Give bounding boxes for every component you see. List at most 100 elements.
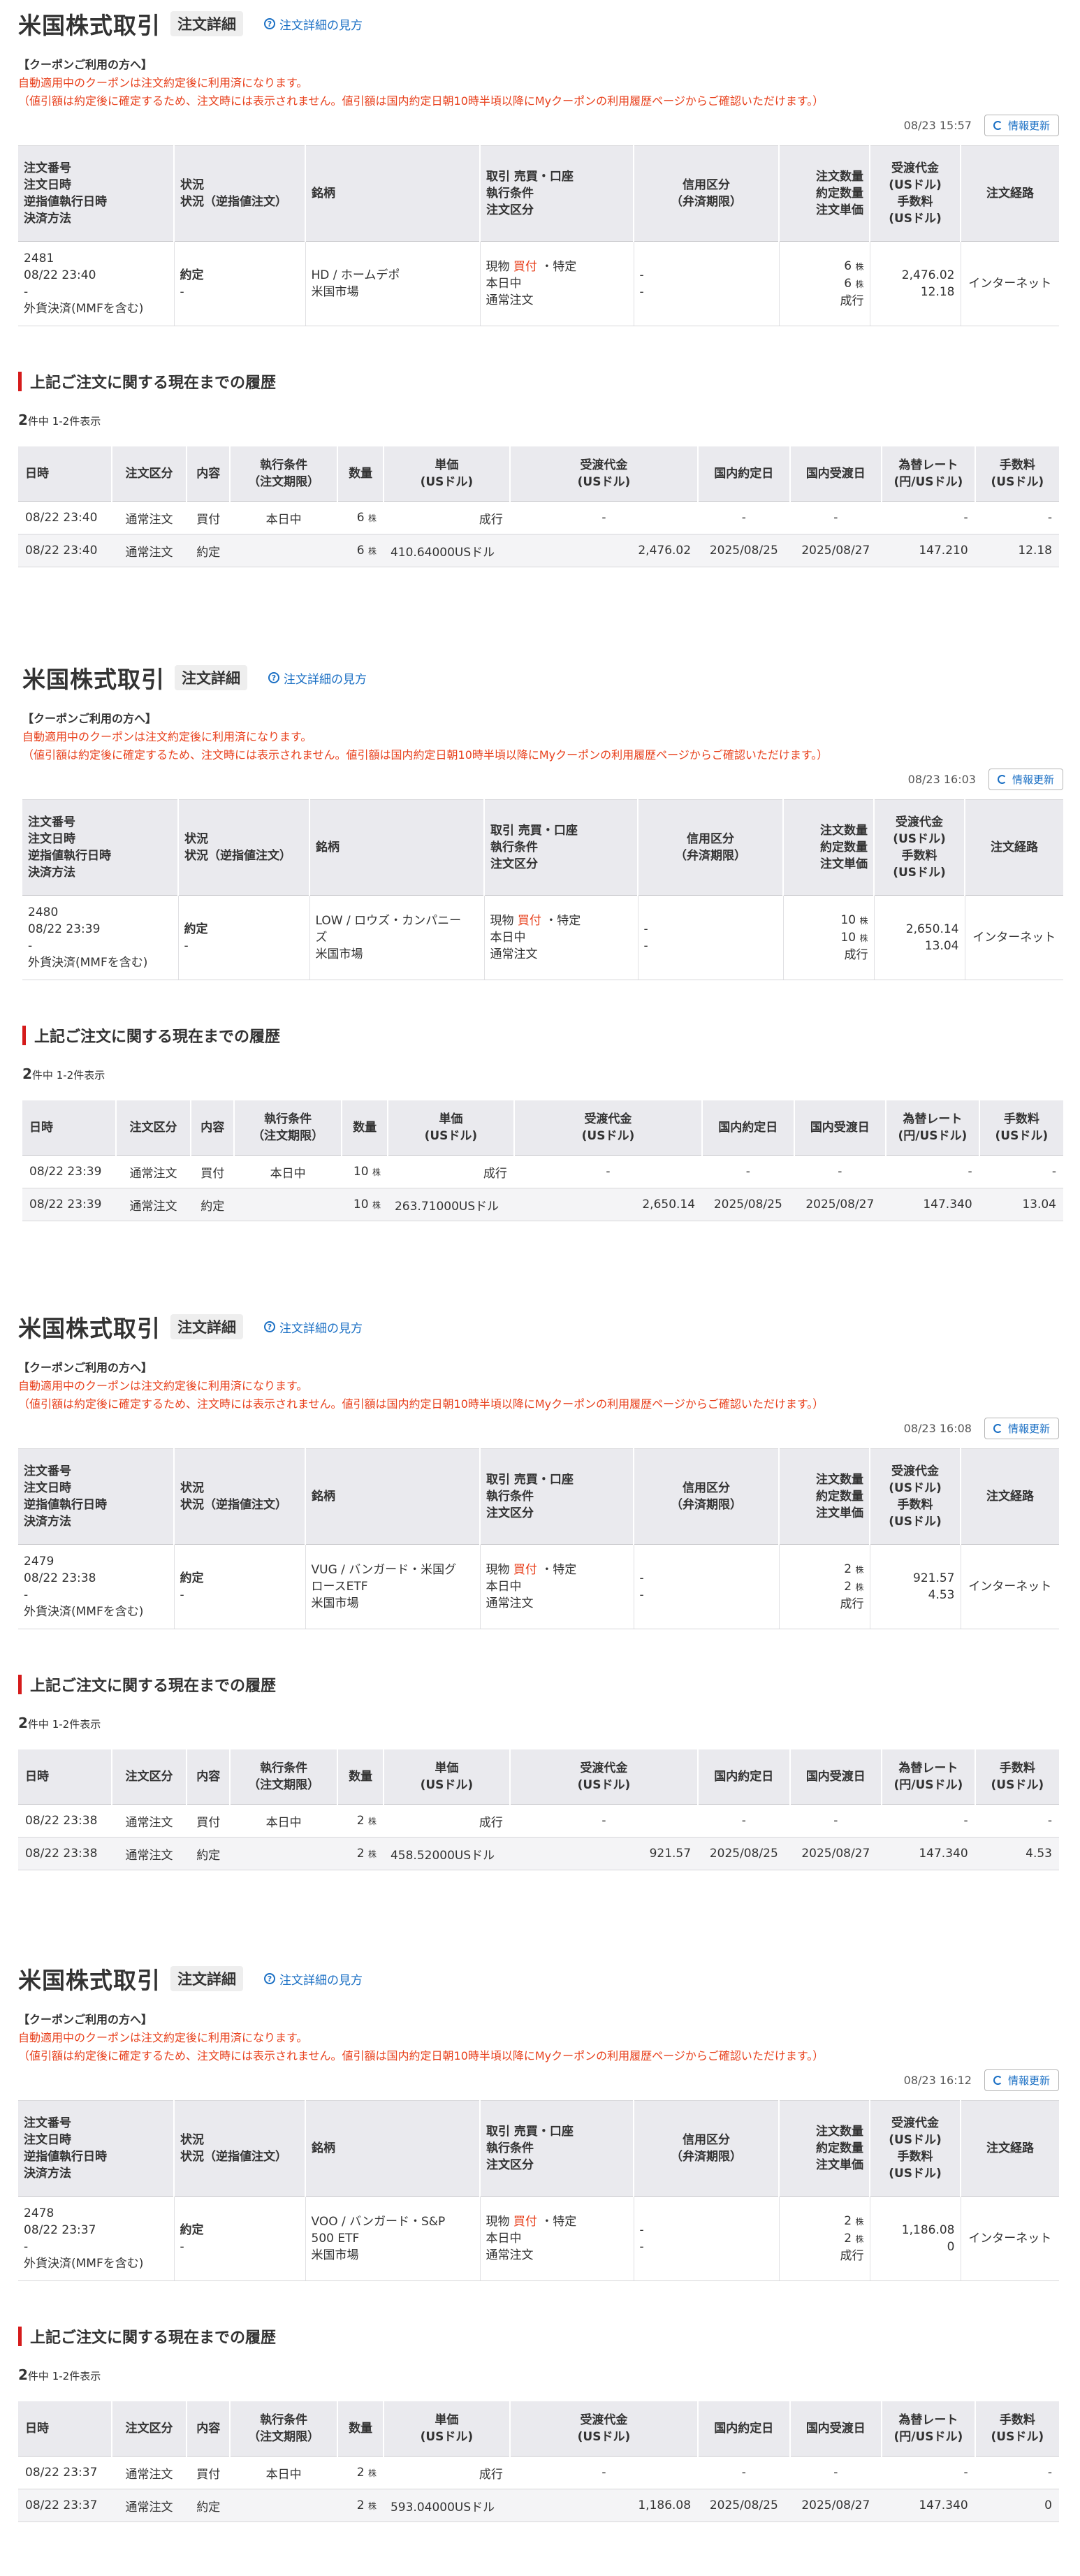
history-header-row: 日時 注文区分 内容 執行条件 （注文期限） 数量 単価 (USドル) 受渡代金 (U… <box>22 1100 1063 1156</box>
history-condition: 本日中 <box>230 1804 338 1838</box>
history-qty: 6 <box>356 511 365 525</box>
sub-title-badge: 注文詳細 <box>175 665 247 690</box>
order-number-cell: 2480 08/22 23:39 - 外貨決済(MMFを含む) <box>22 895 179 980</box>
header-quantity: 注文数量 約定数量 注文単価 <box>779 145 870 242</box>
order-route: インターネット <box>968 277 1052 291</box>
history-qty-cell: 6 株 <box>337 501 384 534</box>
history-heading: 上記ご注文に関する現在までの履歴 <box>18 370 1059 393</box>
order-detail-block: 米国株式取引 注文詳細 ? 注文詳細の見方 【クーポンご利用の方へ】 自動適用中の… <box>18 7 1059 567</box>
order-status-stop: - <box>184 939 189 953</box>
coupon-notice: 【クーポンご利用の方へ】 自動適用中のクーポンは注文約定後に利用済になります。 … <box>18 2011 1059 2065</box>
order-status-stop: - <box>180 1588 184 1602</box>
history-amount: - <box>509 2456 699 2489</box>
history-condition: 本日中 <box>230 2456 338 2489</box>
header-content: 内容 <box>187 446 231 502</box>
order-date: 08/22 23:39 <box>28 922 101 936</box>
history-condition <box>234 1188 342 1221</box>
credit-cell: -- <box>634 1544 780 1629</box>
history-qty: 10 <box>353 1165 369 1179</box>
stock-cell: VOO / バンガード・S&P 500 ETF 米国市場 <box>305 2196 481 2281</box>
header-amount: 受渡代金 (USドル) <box>509 2401 699 2457</box>
header-credit: 信用区分 （弁済期限） <box>634 145 780 242</box>
help-icon: ? <box>264 18 275 29</box>
stock-name: HD / ホームデポ <box>311 268 400 282</box>
header-dom-settle: 国内受渡日 <box>789 446 883 502</box>
refresh-button[interactable]: 情報更新 <box>988 768 1063 790</box>
help-link[interactable]: ? 注文詳細の見方 <box>264 15 363 33</box>
header-content: 内容 <box>187 1749 231 1805</box>
header-order-number: 注文番号 注文日時 逆指値執行日時 決済方法 <box>22 799 179 896</box>
stop-exec-date: - <box>28 939 33 953</box>
credit-type: - <box>639 1571 644 1585</box>
settlement-amount: 921.57 <box>913 1571 955 1585</box>
account-type: ・特定 <box>545 914 581 928</box>
header-amount: 受渡代金 (USドル) <box>509 1749 699 1805</box>
header-status: 状況 状況（逆指値注文） <box>174 1448 306 1545</box>
route-cell: インターネット <box>961 2196 1059 2281</box>
order-date: 08/22 23:38 <box>24 1571 96 1585</box>
history-condition <box>230 1837 338 1870</box>
history-condition: 本日中 <box>234 1155 342 1188</box>
market: 米国市場 <box>311 2248 359 2262</box>
result-count: 2件中 1-2件表示 <box>22 1065 1063 1084</box>
refresh-button[interactable]: 情報更新 <box>984 114 1059 136</box>
order-row: 2478 08/22 23:37 - 外貨決済(MMFを含む) 約定 - VOO / バ… <box>18 2196 1059 2281</box>
credit-type: - <box>639 268 644 282</box>
history-date: 08/22 23:40 <box>18 534 112 567</box>
history-dom-settle: 2025/08/27 <box>789 1837 882 1870</box>
history-type: 通常注文 <box>111 501 187 534</box>
sub-title-badge: 注文詳細 <box>170 11 243 36</box>
history-condition: 本日中 <box>230 501 338 534</box>
history-fee: 12.18 <box>975 534 1059 567</box>
header-fee: 手数料 (USドル) <box>975 2401 1059 2457</box>
order-number: 2479 <box>24 1555 54 1569</box>
history-price: 593.04000USドル <box>383 2489 510 2522</box>
header-dom-exec: 国内約定日 <box>698 1749 791 1805</box>
refresh-button[interactable]: 情報更新 <box>984 2069 1059 2091</box>
header-date: 日時 <box>18 2401 112 2457</box>
header-route: 注文経路 <box>961 2100 1059 2197</box>
header-trade: 取引 売買・口座 執行条件 注文区分 <box>480 1448 634 1545</box>
page-title: 米国株式取引 <box>18 1315 161 1342</box>
trade-cell: 現物 買付 ・特定 本日中 通常注文 <box>480 241 634 326</box>
header-content: 内容 <box>187 2401 231 2457</box>
header-dom-exec: 国内約定日 <box>698 2401 791 2457</box>
history-table: 日時 注文区分 内容 執行条件 （注文期限） 数量 単価 (USドル) 受渡代金 (U… <box>18 2401 1059 2522</box>
history-condition <box>230 2489 338 2522</box>
stop-exec-date: - <box>24 285 29 299</box>
history-header-row: 日時 注文区分 内容 執行条件 （注文期限） 数量 単価 (USドル) 受渡代金 (U… <box>18 446 1059 502</box>
order-header-row: 注文番号 注文日時 逆指値執行日時 決済方法 状況 状況（逆指値注文） 銘柄 取引 売買… <box>18 2100 1059 2197</box>
header-qty: 数量 <box>342 1100 388 1156</box>
refresh-row: 08/23 16:12 情報更新 <box>18 2068 1059 2092</box>
help-link[interactable]: ? 注文詳細の見方 <box>264 1318 363 1336</box>
exec-condition: 本日中 <box>486 277 522 291</box>
share-unit: 株 <box>859 933 868 943</box>
header-price: 単価 (USドル) <box>383 2401 511 2457</box>
help-link[interactable]: ? 注文詳細の見方 <box>268 669 367 687</box>
history-content: 買付 <box>187 501 231 534</box>
update-timestamp: 08/23 16:08 <box>903 1421 972 1435</box>
history-rate: - <box>886 1155 979 1188</box>
account-type: ・特定 <box>541 260 577 274</box>
history-table: 日時 注文区分 内容 執行条件 （注文期限） 数量 単価 (USドル) 受渡代金 (U… <box>18 1749 1059 1870</box>
header-trade: 取引 売買・口座 執行条件 注文区分 <box>480 2100 634 2197</box>
history-price: 458.52000USドル <box>383 1837 510 1870</box>
stop-exec-date: - <box>24 2240 29 2254</box>
header-rate: 為替レート (円/USドル) <box>882 446 976 502</box>
history-date: 08/22 23:39 <box>22 1188 116 1221</box>
header-order-type: 注文区分 <box>111 2401 188 2457</box>
settlement-method: 外貨決済(MMFを含む) <box>24 302 144 316</box>
title-row: 米国株式取引 注文詳細 ? 注文詳細の見方 <box>22 661 1063 694</box>
header-dom-exec: 国内約定日 <box>698 446 791 502</box>
help-link[interactable]: ? 注文詳細の見方 <box>264 1970 363 1988</box>
refresh-button[interactable]: 情報更新 <box>984 1417 1059 1439</box>
history-fee: 4.53 <box>975 1837 1059 1870</box>
fee: 0 <box>947 2240 955 2254</box>
history-date: 08/22 23:38 <box>18 1837 112 1870</box>
history-row: 08/22 23:37 通常注文 約定 2 株 593.04000USドル 1,… <box>18 2489 1059 2522</box>
share-unit: 株 <box>855 2217 864 2227</box>
stock-name-cont: ロースETF <box>311 1580 368 1594</box>
history-qty: 2 <box>356 2466 365 2480</box>
history-fee: 13.04 <box>979 1188 1063 1221</box>
history-content: 約定 <box>187 1837 231 1870</box>
